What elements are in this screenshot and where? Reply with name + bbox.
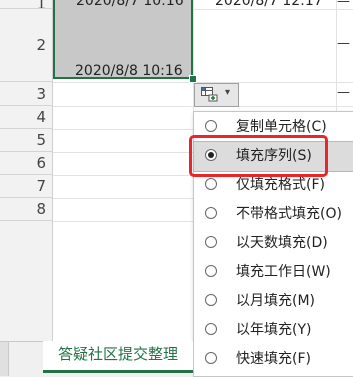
row-header-5[interactable]: 5 xyxy=(0,129,53,152)
row-header-area xyxy=(0,221,53,341)
row-header-2[interactable]: 2 xyxy=(0,9,53,82)
radio-button[interactable] xyxy=(205,294,217,306)
menu-item-copy-cells[interactable]: 复制单元格(C) xyxy=(194,113,353,142)
cell-dash: — xyxy=(337,0,350,9)
radio-button[interactable] xyxy=(205,207,217,219)
row-header-8[interactable]: 8 xyxy=(0,198,53,221)
menu-item-flash-fill[interactable]: 快速填充(F) xyxy=(194,345,353,374)
fill-handle[interactable] xyxy=(189,75,197,83)
cell-dash: — xyxy=(337,36,350,51)
previous-sheet-tab[interactable] xyxy=(0,342,9,376)
radio-button[interactable] xyxy=(205,352,217,364)
auto-fill-options-button[interactable]: ▾ xyxy=(194,83,239,107)
radio-button[interactable] xyxy=(205,120,217,132)
row-header-6[interactable]: 6 xyxy=(0,152,53,175)
radio-button[interactable] xyxy=(205,265,217,277)
radio-button[interactable] xyxy=(205,323,217,335)
cell-dash: — xyxy=(337,85,350,100)
cell-b1[interactable]: 2020/8/7 12:17 xyxy=(215,0,323,9)
menu-item-fill-series[interactable]: 填充序列(S) xyxy=(193,141,353,172)
row-header-3[interactable]: 3 xyxy=(0,82,53,106)
selection-border xyxy=(53,0,193,79)
menu-item-fill-months[interactable]: 以月填充(M) xyxy=(194,287,353,316)
row-header-7[interactable]: 7 xyxy=(0,175,53,198)
auto-fill-icon xyxy=(201,87,218,102)
menu-item-fill-days[interactable]: 以天数填充(D) xyxy=(194,229,353,258)
chevron-down-icon: ▾ xyxy=(225,87,231,98)
sheet-tab-bar: 答疑社区提交整理 xyxy=(0,341,193,377)
radio-button[interactable] xyxy=(205,236,217,248)
row-header-4[interactable]: 4 xyxy=(0,106,53,129)
row-header-1[interactable]: 1 xyxy=(0,0,53,9)
sheet-tab-active[interactable]: 答疑社区提交整理 xyxy=(43,341,193,373)
menu-item-fill-formatting-only[interactable]: 仅填充格式(F) xyxy=(194,171,353,200)
radio-button-selected[interactable] xyxy=(205,149,217,161)
radio-button[interactable] xyxy=(205,178,217,190)
menu-item-fill-weekdays[interactable]: 填充工作日(W) xyxy=(194,258,353,287)
menu-item-fill-without-formatting[interactable]: 不带格式填充(O) xyxy=(194,200,353,229)
menu-item-fill-years[interactable]: 以年填充(Y) xyxy=(194,316,353,345)
auto-fill-options-menu: 复制单元格(C) 填充序列(S) 仅填充格式(F) 不带格式填充(O) 以天数填… xyxy=(193,111,353,377)
